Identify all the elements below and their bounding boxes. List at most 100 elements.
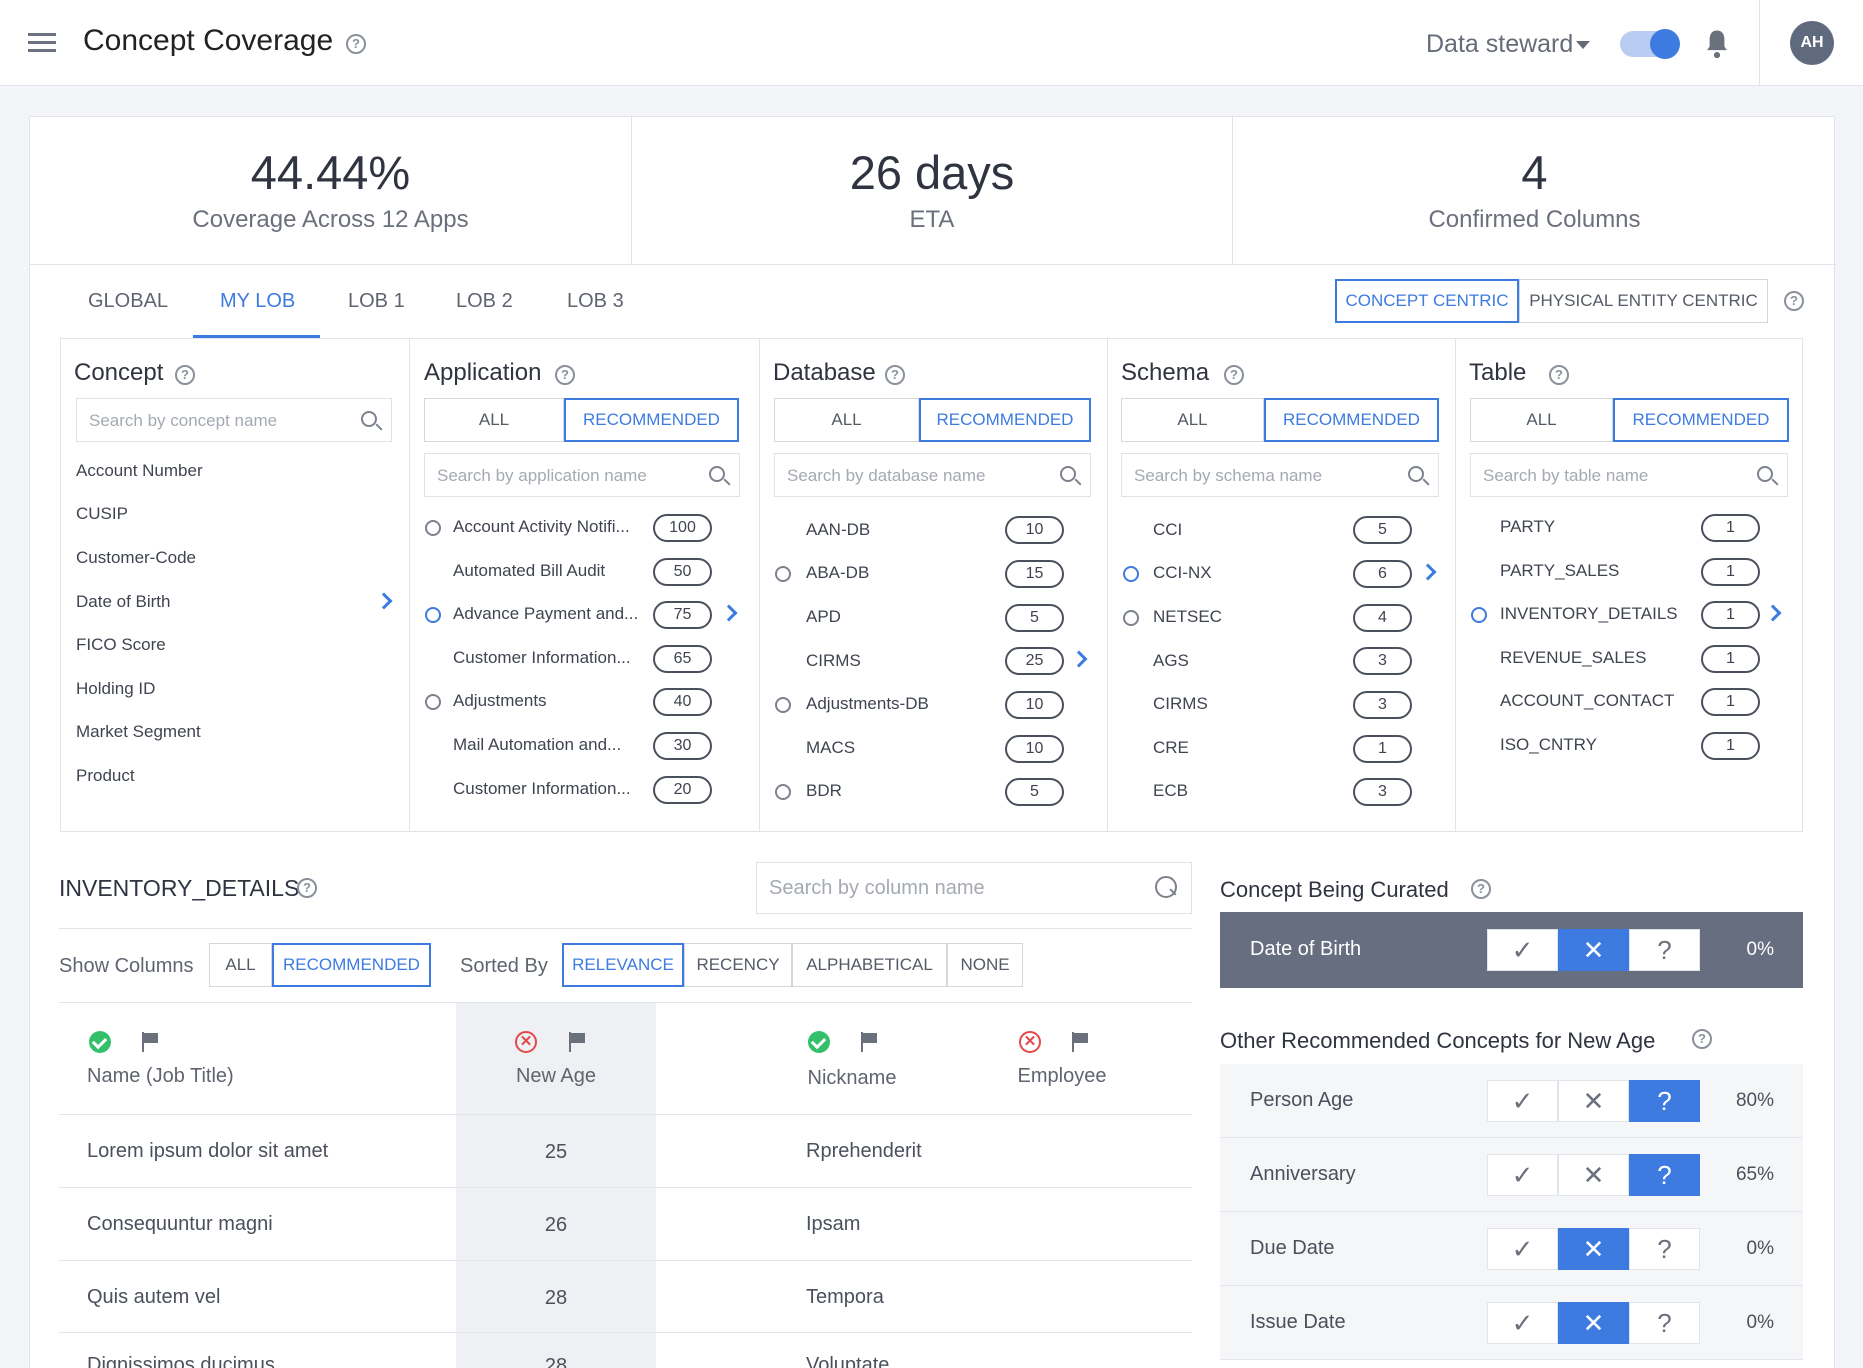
list-item-selected[interactable]: INVENTORY_DETAILS (1500, 604, 1678, 624)
list-item[interactable]: CRE (1153, 738, 1189, 758)
chevron-down-icon[interactable] (1576, 41, 1590, 49)
filter-all-button[interactable]: ALL (424, 398, 564, 442)
tab-lob-1[interactable]: LOB 1 (348, 290, 405, 313)
column-header[interactable]: New Age (456, 1065, 656, 1088)
mode-toggle[interactable] (1620, 29, 1680, 59)
filter-all-button[interactable]: ALL (774, 398, 919, 442)
bell-icon[interactable] (1702, 28, 1732, 60)
unsure-button[interactable]: ? (1629, 1228, 1700, 1270)
list-item[interactable]: Adjustments (453, 691, 547, 711)
table-search-input[interactable]: Search by table name (1470, 453, 1788, 497)
search-icon[interactable] (1060, 466, 1076, 482)
filter-recommended-button[interactable]: RECOMMENDED (1264, 398, 1439, 442)
help-icon[interactable]: ? (1784, 291, 1804, 311)
list-item[interactable]: Market Segment (76, 722, 201, 742)
list-item[interactable]: AGS (1153, 651, 1189, 671)
list-item[interactable]: Customer-Code (76, 548, 196, 568)
reject-button[interactable]: ✕ (1558, 1228, 1629, 1270)
list-item[interactable]: CCI (1153, 520, 1182, 540)
filter-recommended-button[interactable]: RECOMMENDED (919, 398, 1091, 442)
unsure-button[interactable]: ? (1629, 1080, 1700, 1122)
avatar[interactable]: AH (1790, 21, 1834, 65)
list-item[interactable]: ECB (1153, 781, 1188, 801)
physical-entity-centric-button[interactable]: PHYSICAL ENTITY CENTRIC (1519, 279, 1768, 323)
list-item[interactable]: ISO_CNTRY (1500, 735, 1597, 755)
help-icon[interactable]: ? (555, 365, 575, 385)
list-item[interactable]: Customer Information... (453, 779, 631, 799)
search-icon[interactable] (709, 466, 725, 482)
reject-button[interactable]: ✕ (1558, 1080, 1629, 1122)
list-item[interactable]: Adjustments-DB (806, 694, 929, 714)
check-icon[interactable] (808, 1031, 830, 1053)
list-item[interactable]: CIRMS (1153, 694, 1208, 714)
help-icon[interactable]: ? (346, 34, 366, 54)
concept-search-input[interactable]: Search by concept name (76, 398, 392, 442)
filter-recommended-button[interactable]: RECOMMENDED (1613, 398, 1789, 442)
flag-icon[interactable] (568, 1032, 586, 1052)
list-item[interactable]: Account Number (76, 461, 203, 481)
role-selector[interactable]: Data steward (1426, 30, 1573, 59)
tab-lob-2[interactable]: LOB 2 (456, 290, 513, 313)
list-item[interactable]: CUSIP (76, 504, 128, 524)
list-item[interactable]: Holding ID (76, 679, 155, 699)
reject-button[interactable]: ✕ (1558, 1302, 1629, 1344)
help-icon[interactable]: ? (175, 365, 195, 385)
list-item-selected[interactable]: CCI-NX (1153, 563, 1212, 583)
tab-lob-3[interactable]: LOB 3 (567, 290, 624, 313)
reject-button[interactable]: ✕ (1558, 929, 1629, 971)
tab-global[interactable]: GLOBAL (88, 290, 168, 313)
reject-button[interactable]: ✕ (1558, 1154, 1629, 1196)
sort-recency-button[interactable]: RECENCY (684, 943, 792, 987)
unsure-button[interactable]: ? (1629, 1154, 1700, 1196)
reject-icon[interactable]: ✕ (1019, 1031, 1041, 1053)
column-header[interactable]: Employee (962, 1065, 1162, 1088)
help-icon[interactable]: ? (297, 878, 317, 898)
search-icon[interactable] (1155, 876, 1177, 898)
column-header[interactable]: Nickname (752, 1067, 952, 1090)
chevron-right-icon[interactable] (375, 592, 393, 610)
check-icon[interactable] (89, 1031, 111, 1053)
list-item-selected[interactable]: Advance Payment and... (453, 604, 638, 624)
unsure-button[interactable]: ? (1629, 929, 1700, 971)
list-item[interactable]: FICO Score (76, 635, 166, 655)
database-search-input[interactable]: Search by database name (774, 453, 1091, 497)
list-item[interactable]: Mail Automation and... (453, 735, 621, 755)
menu-icon[interactable] (28, 33, 56, 53)
flag-icon[interactable] (860, 1032, 878, 1052)
list-item[interactable]: Account Activity Notifi... (453, 517, 630, 537)
help-icon[interactable]: ? (1692, 1029, 1712, 1049)
flag-icon[interactable] (1071, 1032, 1089, 1052)
chevron-right-icon[interactable] (1070, 650, 1088, 668)
list-item[interactable]: PARTY (1500, 517, 1555, 537)
help-icon[interactable]: ? (1471, 879, 1491, 899)
show-all-button[interactable]: ALL (209, 943, 272, 987)
concept-centric-button[interactable]: CONCEPT CENTRIC (1335, 279, 1519, 323)
search-icon[interactable] (1757, 466, 1773, 482)
unsure-button[interactable]: ? (1629, 1302, 1700, 1344)
column-header[interactable]: Name (Job Title) (87, 1065, 234, 1088)
chevron-right-icon[interactable] (1764, 604, 1782, 622)
list-item[interactable]: REVENUE_SALES (1500, 648, 1646, 668)
confirm-button[interactable]: ✓ (1487, 1302, 1558, 1344)
list-item[interactable]: MACS (806, 738, 855, 758)
flag-icon[interactable] (141, 1032, 159, 1052)
help-icon[interactable]: ? (1224, 365, 1244, 385)
column-search-input[interactable]: Search by column name (756, 862, 1192, 914)
filter-all-button[interactable]: ALL (1121, 398, 1264, 442)
list-item[interactable]: Automated Bill Audit (453, 561, 605, 581)
confirm-button[interactable]: ✓ (1487, 1080, 1558, 1122)
search-icon[interactable] (1408, 466, 1424, 482)
help-icon[interactable]: ? (1549, 365, 1569, 385)
list-item[interactable]: APD (806, 607, 841, 627)
tab-my-lob[interactable]: MY LOB (220, 290, 295, 313)
chevron-right-icon[interactable] (1419, 563, 1437, 581)
list-item-selected[interactable]: Date of Birth (76, 592, 171, 612)
confirm-button[interactable]: ✓ (1487, 1228, 1558, 1270)
list-item[interactable]: ABA-DB (806, 563, 869, 583)
list-item[interactable]: PARTY_SALES (1500, 561, 1619, 581)
sort-alphabetical-button[interactable]: ALPHABETICAL (792, 943, 947, 987)
list-item[interactable]: ACCOUNT_CONTACT (1500, 691, 1674, 711)
show-recommended-button[interactable]: RECOMMENDED (272, 943, 431, 987)
list-item[interactable]: AAN-DB (806, 520, 870, 540)
help-icon[interactable]: ? (885, 365, 905, 385)
